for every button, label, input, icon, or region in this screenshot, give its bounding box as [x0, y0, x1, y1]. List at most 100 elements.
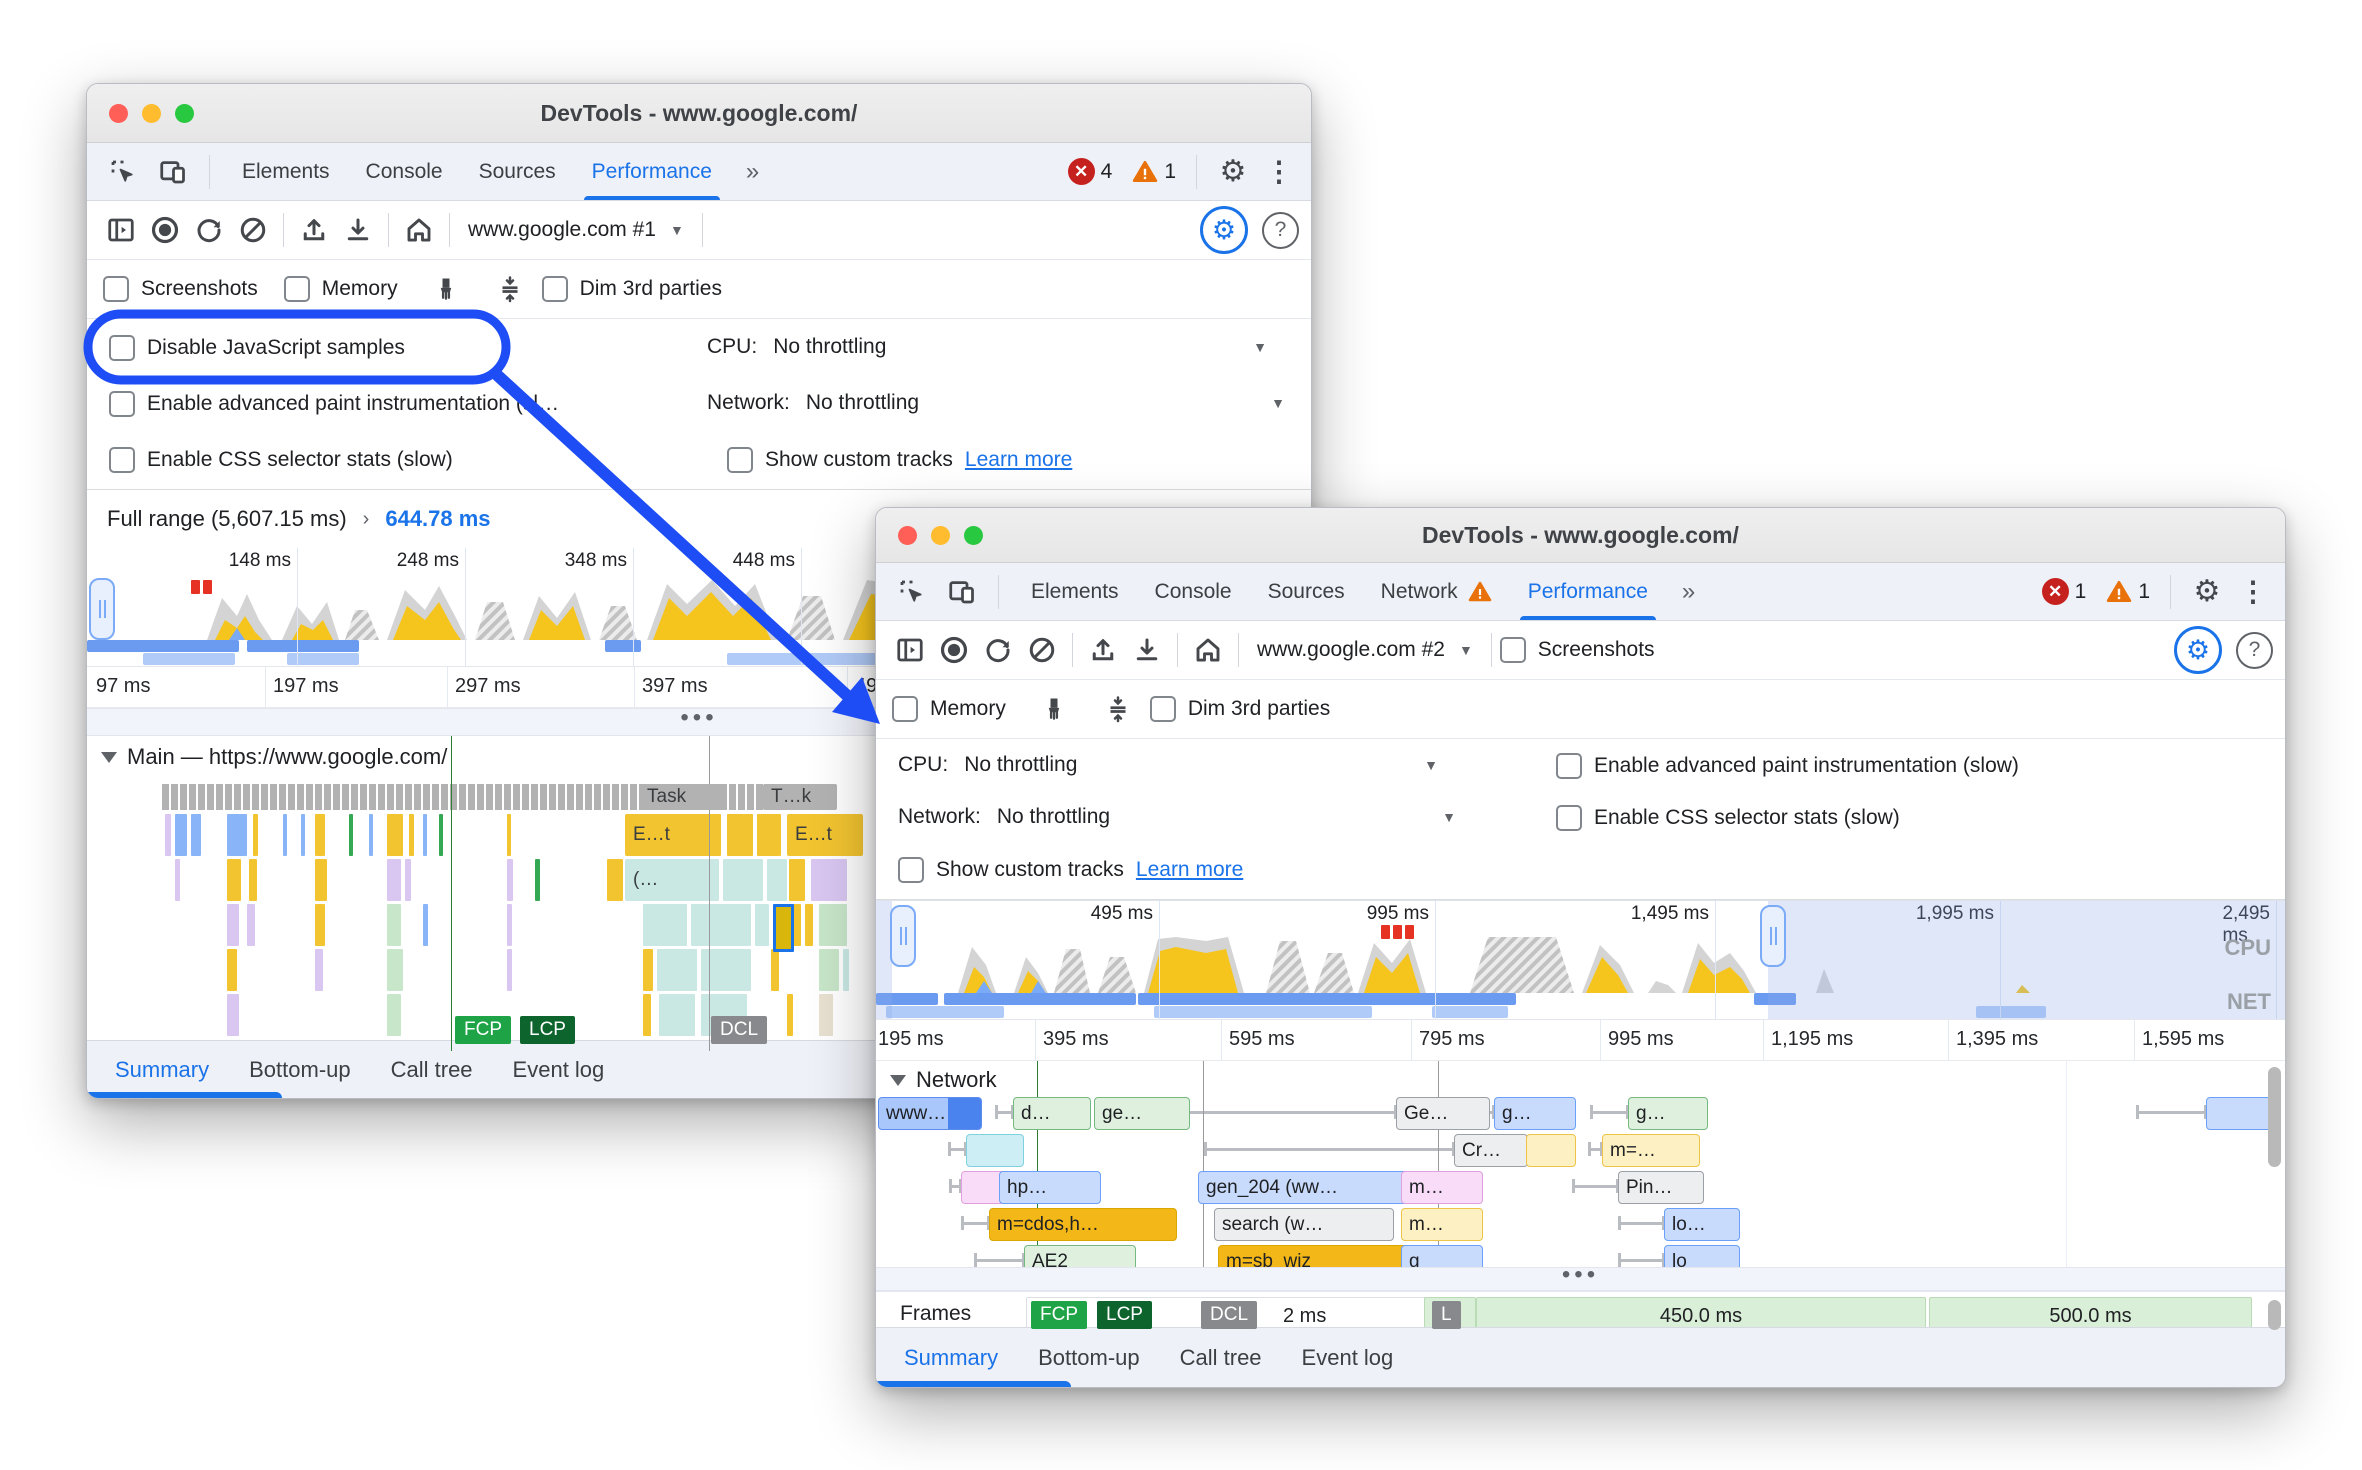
show-custom-tracks-checkbox[interactable]: Show custom tracks Learn more [898, 857, 1243, 883]
flame-bar[interactable] [819, 994, 833, 1036]
vertical-scrollbar[interactable] [2268, 1300, 2281, 1330]
record-icon[interactable] [143, 208, 187, 252]
tab-performance[interactable]: Performance [574, 143, 730, 200]
flame-bar[interactable] [607, 859, 623, 901]
settings-gear-icon[interactable]: ⚙ [2185, 570, 2229, 614]
timeline-overview[interactable]: CPU NET [876, 900, 2285, 1020]
network-request-hp[interactable]: hp… [999, 1171, 1101, 1204]
flame-bar[interactable] [727, 814, 753, 856]
upload-profile-icon[interactable] [1081, 628, 1125, 672]
tab-console[interactable]: Console [348, 143, 461, 200]
selection-handle-left[interactable] [89, 578, 115, 640]
memory-checkbox[interactable]: Memory [892, 696, 1006, 722]
flame-bar[interactable] [247, 904, 255, 946]
flame-bar[interactable] [659, 994, 695, 1036]
warning-badge[interactable]: 1 [1130, 159, 1176, 185]
dim-3rd-parties-checkbox[interactable]: Dim 3rd parties [542, 276, 722, 302]
inspect-icon[interactable] [890, 570, 934, 614]
flame-bar[interactable] [767, 859, 787, 901]
tab-performance[interactable]: Performance [1510, 563, 1666, 620]
close-button[interactable] [109, 104, 128, 123]
css-selector-stats-checkbox[interactable]: Enable CSS selector stats (slow) [1556, 805, 1900, 831]
flame-bar[interactable] [301, 814, 305, 856]
tab-network[interactable]: Network [1363, 563, 1510, 620]
learn-more-link[interactable]: Learn more [965, 448, 1072, 472]
flame-bar[interactable] [227, 949, 237, 991]
minimize-button[interactable] [142, 104, 161, 123]
flame-bar[interactable] [757, 814, 781, 856]
settings-gear-icon[interactable]: ⚙ [1211, 150, 1255, 194]
error-badge[interactable]: ✕1 [2042, 578, 2087, 605]
tab-elements[interactable]: Elements [224, 143, 348, 200]
network-throttling-select[interactable]: Network: No throttling ▼ [707, 391, 1285, 415]
flame-bar[interactable] [175, 859, 180, 901]
zoom-button[interactable] [175, 104, 194, 123]
network-request[interactable] [966, 1134, 1024, 1167]
network-request-g[interactable]: g [1401, 1245, 1483, 1267]
network-request-m[interactable]: m=… [1602, 1134, 1700, 1167]
kebab-menu-icon[interactable]: ⋮ [1261, 158, 1297, 186]
network-request-m-cdos-h[interactable]: m=cdos,h… [989, 1208, 1177, 1241]
flame-bar[interactable] [315, 904, 325, 946]
network-request[interactable] [1526, 1134, 1576, 1167]
tab-event-log[interactable]: Event log [493, 1041, 625, 1098]
flame-bar[interactable] [253, 814, 258, 856]
network-request-d[interactable]: d… [1013, 1097, 1091, 1130]
tab-elements[interactable]: Elements [1013, 563, 1137, 620]
flame-chip-t-k[interactable]: T…k [763, 784, 837, 810]
network-request-lo[interactable]: lo… [1664, 1208, 1740, 1241]
network-request-m-sb-wiz[interactable]: m=sb_wiz [1218, 1245, 1414, 1267]
flame-bar[interactable] [387, 859, 401, 901]
dcl-badge[interactable]: DCL [711, 1016, 767, 1044]
track-resize-handle[interactable]: ••• [876, 1267, 2285, 1291]
flame-bar[interactable] [315, 814, 325, 856]
reload-record-icon[interactable] [187, 208, 231, 252]
cpu-throttling-select[interactable]: CPU: No throttling ▼ [898, 753, 1438, 777]
flame-bar[interactable] [643, 994, 651, 1036]
flame-bar[interactable] [191, 814, 201, 856]
more-tabs-icon[interactable]: » [1672, 578, 1705, 606]
fcp-badge[interactable]: FCP [1031, 1301, 1087, 1329]
flame-bar[interactable] [535, 859, 540, 901]
network-request-ge[interactable]: Ge… [1396, 1097, 1490, 1130]
lcp-badge[interactable]: LCP [1097, 1301, 1152, 1329]
lcp-badge[interactable]: LCP [520, 1016, 575, 1044]
learn-more-link[interactable]: Learn more [1136, 858, 1243, 882]
network-request-pin[interactable]: Pin… [1618, 1171, 1704, 1204]
network-request-search-w[interactable]: search (w… [1214, 1208, 1394, 1241]
dcl-badge[interactable]: DCL [1201, 1301, 1257, 1329]
home-icon[interactable] [397, 208, 441, 252]
record-icon[interactable] [932, 628, 976, 672]
flame-bar[interactable] [643, 949, 653, 991]
flame-bar[interactable] [507, 949, 512, 991]
network-request-g[interactable]: g… [1628, 1097, 1708, 1130]
toggle-sidebar-icon[interactable] [99, 208, 143, 252]
flame-bar[interactable] [349, 814, 353, 856]
selected-flame-bar[interactable] [773, 904, 794, 952]
network-track-header[interactable]: Network [890, 1067, 997, 1093]
download-profile-icon[interactable] [336, 208, 380, 252]
flame-bar[interactable] [805, 904, 813, 946]
more-tabs-icon[interactable]: » [736, 158, 769, 186]
dim-3rd-parties-checkbox[interactable]: Dim 3rd parties [1150, 696, 1330, 722]
tab-summary[interactable]: Summary [95, 1041, 229, 1098]
network-request-ge[interactable]: ge… [1094, 1097, 1190, 1130]
collapse-tracks-icon[interactable] [488, 267, 532, 311]
selection-handle-right[interactable] [1760, 905, 1786, 967]
flame-bar[interactable] [227, 994, 239, 1036]
flame-bar[interactable] [175, 814, 187, 856]
main-track-header[interactable]: Main — https://www.google.com/ [101, 744, 447, 770]
flame-bar[interactable] [771, 949, 779, 991]
gc-brush-icon[interactable] [1032, 687, 1076, 731]
network-request-ae2[interactable]: AE2 [1024, 1245, 1136, 1267]
download-profile-icon[interactable] [1125, 628, 1169, 672]
flame-bar[interactable] [227, 904, 239, 946]
tab-console[interactable]: Console [1137, 563, 1250, 620]
network-request-m[interactable]: m… [1401, 1171, 1483, 1204]
advanced-paint-checkbox[interactable]: Enable advanced paint instrumentation (s… [1556, 753, 2019, 779]
device-toolbar-icon[interactable] [940, 570, 984, 614]
network-request-gen-204-ww[interactable]: gen_204 (ww… [1198, 1171, 1412, 1204]
flame-bar[interactable] [283, 814, 287, 856]
error-badge[interactable]: ✕4 [1068, 158, 1113, 185]
flame-bar[interactable] [405, 859, 411, 901]
